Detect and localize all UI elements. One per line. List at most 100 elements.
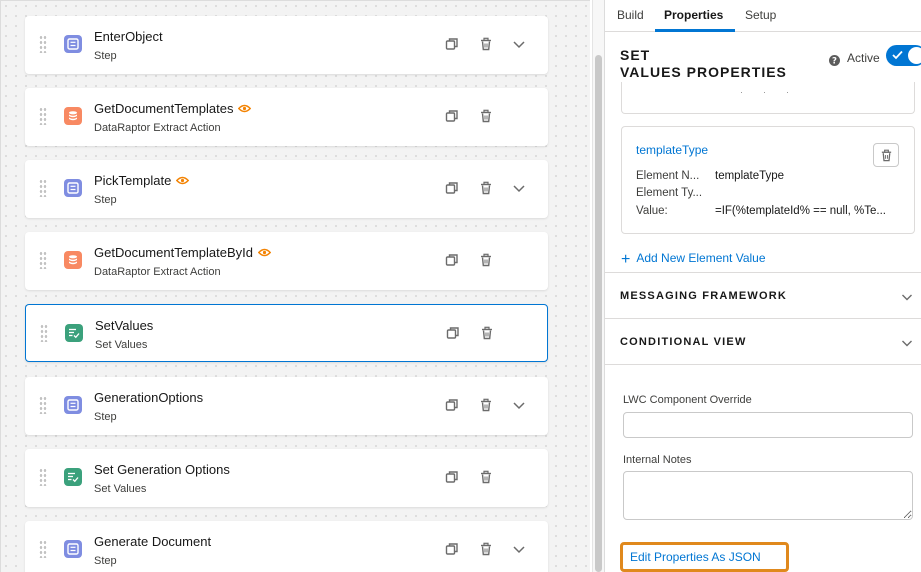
toggle-knob bbox=[908, 47, 921, 64]
delete-element-button[interactable] bbox=[873, 143, 899, 167]
chevron-down-icon[interactable] bbox=[512, 37, 528, 53]
flow-canvas[interactable]: EnterObject Step GetDocumentTemplates Da… bbox=[0, 0, 590, 572]
trash-icon[interactable] bbox=[479, 253, 495, 269]
element-name-key: Element N... bbox=[636, 170, 700, 182]
preview-eye-icon[interactable] bbox=[257, 248, 271, 257]
drag-handle[interactable] bbox=[39, 107, 47, 125]
drag-handle[interactable] bbox=[40, 324, 48, 342]
step-name: EnterObject bbox=[94, 29, 163, 44]
step-name: Set Generation Options bbox=[94, 462, 230, 477]
step-type: Step bbox=[94, 50, 117, 62]
drag-handle[interactable] bbox=[39, 540, 47, 558]
trash-icon[interactable] bbox=[480, 326, 496, 342]
element-name-link[interactable]: templateType bbox=[636, 143, 708, 157]
step-name: Generate Document bbox=[94, 534, 212, 549]
canvas-scrollbar-thumb[interactable] bbox=[595, 55, 602, 572]
step-card-getdocumenttemplatebyid[interactable]: GetDocumentTemplateById DataRaptor Extra… bbox=[25, 232, 548, 290]
panel-title: SET VALUES PROPERTIES bbox=[620, 47, 787, 80]
step-card-generationoptions[interactable]: GenerationOptions Step bbox=[25, 377, 548, 435]
step-name: GenerationOptions bbox=[94, 390, 204, 405]
trash-icon[interactable] bbox=[479, 181, 495, 197]
element-type-key: Element Ty... bbox=[636, 187, 703, 199]
drag-handle[interactable] bbox=[39, 179, 47, 197]
copy-icon[interactable] bbox=[446, 326, 462, 342]
chevron-down-icon[interactable] bbox=[512, 181, 528, 197]
section-title: MESSAGING FRAMEWORK bbox=[620, 290, 788, 302]
copy-icon[interactable] bbox=[445, 253, 461, 269]
lwc-override-input[interactable] bbox=[623, 412, 913, 438]
step-icon bbox=[64, 540, 82, 558]
chevron-down-icon bbox=[902, 294, 912, 301]
set-values-icon bbox=[65, 324, 83, 342]
step-card-set-generation-options[interactable]: Set Generation Options Set Values bbox=[25, 449, 548, 507]
canvas-scrollbar[interactable] bbox=[592, 0, 604, 572]
element-value-formula: =IF(%templateId% == null, %Te... bbox=[715, 205, 886, 217]
drag-handle[interactable] bbox=[39, 251, 47, 269]
step-icon bbox=[64, 179, 82, 197]
step-type: Step bbox=[94, 411, 117, 423]
plus-icon: + bbox=[621, 251, 631, 268]
edit-properties-json-button[interactable]: Edit Properties As JSON bbox=[620, 542, 789, 572]
tab-build[interactable]: Build bbox=[617, 8, 644, 22]
copy-icon[interactable] bbox=[445, 37, 461, 53]
set-values-icon bbox=[64, 468, 82, 486]
trash-icon[interactable] bbox=[479, 37, 495, 53]
step-card-setvalues[interactable]: SetValues Set Values bbox=[25, 304, 548, 362]
trash-icon[interactable] bbox=[479, 398, 495, 414]
step-type: Set Values bbox=[94, 483, 147, 495]
properties-panel: Build Properties Setup SET VALUES PROPER… bbox=[604, 0, 921, 572]
copy-icon[interactable] bbox=[445, 470, 461, 486]
chevron-down-icon[interactable] bbox=[512, 542, 528, 558]
copy-icon[interactable] bbox=[445, 542, 461, 558]
internal-notes-textarea[interactable] bbox=[623, 471, 913, 520]
lwc-override-label: LWC Component Override bbox=[623, 394, 752, 406]
trash-icon[interactable] bbox=[479, 542, 495, 558]
trash-icon bbox=[881, 149, 892, 162]
trash-icon[interactable] bbox=[479, 470, 495, 486]
copy-icon[interactable] bbox=[445, 181, 461, 197]
chevron-down-icon bbox=[902, 340, 912, 347]
step-card-getdocumenttemplates[interactable]: GetDocumentTemplates DataRaptor Extract … bbox=[25, 88, 548, 146]
step-name: PickTemplate bbox=[94, 173, 190, 188]
section-messaging-framework[interactable]: MESSAGING FRAMEWORK bbox=[605, 272, 921, 318]
active-toggle[interactable] bbox=[886, 45, 921, 66]
step-card-enterobject[interactable]: EnterObject Step bbox=[25, 16, 548, 74]
chevron-down-icon[interactable] bbox=[512, 398, 528, 414]
svg-text:?: ? bbox=[832, 57, 837, 66]
internal-notes-label: Internal Notes bbox=[623, 454, 692, 466]
drag-handle[interactable] bbox=[39, 35, 47, 53]
element-value-card-previous: ··· bbox=[621, 82, 915, 114]
drag-handle[interactable] bbox=[39, 468, 47, 486]
truncated-row: ··· bbox=[740, 87, 809, 97]
dataraptor-icon bbox=[64, 251, 82, 269]
section-conditional-view[interactable]: CONDITIONAL VIEW bbox=[605, 318, 921, 364]
step-card-picktemplate[interactable]: PickTemplate Step bbox=[25, 160, 548, 218]
copy-icon[interactable] bbox=[445, 398, 461, 414]
element-name-value: templateType bbox=[715, 170, 785, 182]
step-type: Step bbox=[94, 555, 117, 567]
tab-properties[interactable]: Properties bbox=[664, 8, 723, 22]
section-title: CONDITIONAL VIEW bbox=[620, 336, 747, 348]
step-icon bbox=[64, 35, 82, 53]
dataraptor-icon bbox=[64, 107, 82, 125]
tab-setup[interactable]: Setup bbox=[745, 8, 776, 22]
step-name: SetValues bbox=[95, 318, 154, 333]
step-type: Set Values bbox=[95, 339, 148, 351]
element-value-key: Value: bbox=[636, 205, 668, 217]
step-type: DataRaptor Extract Action bbox=[94, 266, 221, 278]
preview-eye-icon[interactable] bbox=[176, 176, 190, 185]
help-icon[interactable]: ? bbox=[829, 55, 840, 66]
step-icon bbox=[64, 396, 82, 414]
copy-icon[interactable] bbox=[445, 109, 461, 125]
active-tab-indicator bbox=[655, 29, 735, 32]
add-element-value-link[interactable]: + Add New Element Value bbox=[621, 251, 766, 269]
preview-eye-icon[interactable] bbox=[238, 104, 252, 113]
step-card-generate-document[interactable]: Generate Document Step bbox=[25, 521, 548, 572]
trash-icon[interactable] bbox=[479, 109, 495, 125]
panel-tabs: Build Properties Setup bbox=[605, 0, 921, 32]
drag-handle[interactable] bbox=[39, 396, 47, 414]
check-icon bbox=[892, 50, 903, 60]
section-divider bbox=[605, 364, 921, 365]
step-name: GetDocumentTemplates bbox=[94, 101, 252, 116]
step-name: GetDocumentTemplateById bbox=[94, 245, 271, 260]
